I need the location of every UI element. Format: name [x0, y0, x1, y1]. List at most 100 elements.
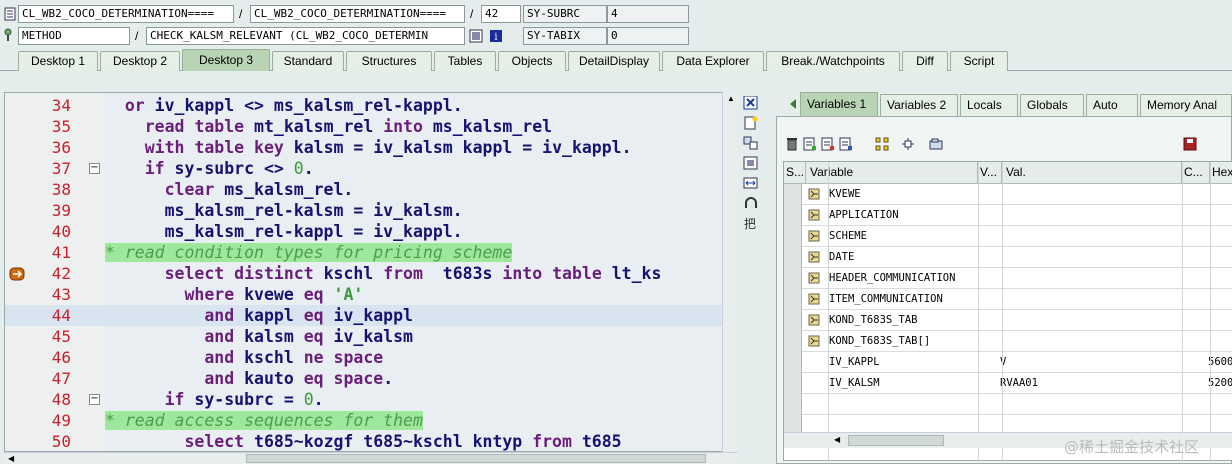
variable-list-icon[interactable]	[821, 137, 835, 151]
delete-icon[interactable]	[785, 137, 799, 151]
column-header-c[interactable]: C...	[1182, 162, 1210, 184]
tab-structures[interactable]: Structures	[346, 51, 432, 71]
variable-type-icon[interactable]	[808, 251, 820, 263]
fold-toggle-icon[interactable]: −	[89, 394, 100, 405]
row-selector[interactable]	[784, 247, 802, 268]
tab-standard[interactable]: Standard	[272, 51, 344, 71]
variable-row[interactable]: ITEM_COMMUNICATION	[784, 289, 1232, 310]
code-line[interactable]: 38 clear ms_kalsm_rel.	[5, 179, 725, 200]
row-selector[interactable]	[784, 226, 802, 247]
column-header-hex[interactable]: Hexa	[1210, 162, 1232, 184]
column-header-variable[interactable]: Variable	[806, 162, 978, 184]
row-selector[interactable]	[784, 184, 802, 205]
variable-row[interactable]: DATE	[784, 247, 1232, 268]
variable-row[interactable]	[784, 394, 1232, 415]
insert-icon[interactable]	[803, 137, 817, 151]
swap-tool-icon[interactable]	[743, 136, 759, 150]
editor-vertical-scrollbar[interactable]: ▲	[722, 92, 738, 452]
variable-name[interactable]: ITEM_COMMUNICATION	[829, 289, 943, 310]
program-field[interactable]: CL_WB2_COCO_DETERMINATION====	[18, 5, 234, 23]
row-selector[interactable]	[784, 310, 802, 331]
tab-memory-analysis[interactable]: Memory Anal	[1140, 94, 1232, 116]
code-line[interactable]: 34 or iv_kappl <> ms_kalsm_rel-kappl.	[5, 95, 725, 116]
row-selector[interactable]	[784, 205, 802, 226]
row-selector[interactable]	[784, 268, 802, 289]
navigate-icon[interactable]	[469, 29, 483, 43]
source-code-editor[interactable]: 34 or iv_kappl <> ms_kalsm_rel-kappl. 35 …	[4, 92, 738, 452]
row-selector[interactable]	[784, 289, 802, 310]
tab-variables-2[interactable]: Variables 2	[880, 94, 958, 116]
tab-auto[interactable]: Auto	[1086, 94, 1138, 116]
variable-type-icon[interactable]	[808, 335, 820, 347]
new-tool-icon[interactable]	[743, 116, 759, 130]
variable-row[interactable]: APPLICATION	[784, 205, 1232, 226]
code-line[interactable]: 49 * read access sequences for them	[5, 410, 725, 431]
fold-toggle-icon[interactable]: −	[89, 163, 100, 174]
event-name-field[interactable]: CHECK_KALSM_RELEVANT (CL_WB2_COCO_DETERM…	[146, 27, 465, 45]
sysvar-name-field[interactable]: SY-SUBRC	[523, 5, 607, 23]
tab-breakpoints[interactable]: Break./Watchpoints	[766, 51, 900, 71]
variable-row[interactable]: HEADER_COMMUNICATION	[784, 268, 1232, 289]
variable-type-icon[interactable]	[808, 230, 820, 242]
tab-globals[interactable]: Globals	[1020, 94, 1084, 116]
variable-name[interactable]: SCHEME	[829, 226, 867, 247]
variable-name[interactable]: DATE	[829, 247, 854, 268]
row-selector[interactable]	[784, 352, 802, 373]
tab-locals[interactable]: Locals	[960, 94, 1018, 116]
hierarchy-icon[interactable]	[875, 137, 889, 151]
code-line[interactable]: 46 and kschl ne space	[5, 347, 725, 368]
variable-type-icon[interactable]	[808, 293, 820, 305]
code-line[interactable]: 37 − if sy-subrc <> 0.	[5, 158, 725, 179]
variable-row[interactable]: SCHEME	[784, 226, 1232, 247]
code-line[interactable]: 47 and kauto eq space.	[5, 368, 725, 389]
horizontal-resize-icon[interactable]	[743, 176, 759, 190]
breakpoint-icon[interactable]	[9, 267, 25, 281]
column-header-value[interactable]: Val.	[1002, 162, 1182, 184]
debug-settings-icon[interactable]: 把	[743, 216, 759, 230]
variable-type-icon[interactable]	[808, 188, 820, 200]
code-line[interactable]: 42 select distinct kschl from t683s into…	[5, 263, 725, 284]
close-icon[interactable]	[743, 96, 759, 110]
variable-details-icon[interactable]	[839, 137, 853, 151]
line-number-field[interactable]: 42	[481, 5, 521, 23]
variable-row[interactable]: IV_KAPPL V 5600	[784, 352, 1232, 373]
maximize-icon[interactable]	[743, 156, 759, 170]
variable-type-icon[interactable]	[808, 272, 820, 284]
code-line[interactable]: 41 * read condition types for pricing sch…	[5, 242, 725, 263]
navigation-icon[interactable]	[901, 137, 915, 151]
event-type-field[interactable]: METHOD	[18, 27, 130, 45]
code-line[interactable]: 35 read table mt_kalsm_rel into ms_kalsm…	[5, 116, 725, 137]
tab-variables-1[interactable]: Variables 1	[800, 92, 878, 116]
tab-script[interactable]: Script	[950, 51, 1008, 71]
tab-objects[interactable]: Objects	[498, 51, 566, 71]
tab-desktop-1[interactable]: Desktop 1	[18, 51, 98, 71]
code-line[interactable]: 44 and kappl eq iv_kappl	[5, 305, 725, 326]
variable-name[interactable]: KOND_T683S_TAB[]	[829, 331, 930, 352]
row-selector[interactable]	[784, 373, 802, 394]
variable-row[interactable]: IV_KALSM RVAA01 5200	[784, 373, 1232, 394]
variable-type-icon[interactable]	[808, 314, 820, 326]
variable-name[interactable]: HEADER_COMMUNICATION	[829, 268, 955, 289]
code-line[interactable]: 36 with table key kalsm = iv_kalsm kappl…	[5, 137, 725, 158]
folder-icon[interactable]	[929, 137, 943, 151]
tab-detaildisplay[interactable]: DetailDisplay	[568, 51, 660, 71]
scroll-left-icon[interactable]: ◀	[8, 453, 14, 464]
sysvar2-value-field[interactable]: 0	[607, 27, 689, 45]
grid-scroll-left-icon[interactable]: ◀	[834, 435, 840, 444]
tab-data-explorer[interactable]: Data Explorer	[662, 51, 764, 71]
scroll-thumb[interactable]	[246, 454, 706, 463]
save-icon[interactable]	[1183, 137, 1197, 151]
services-icon[interactable]	[743, 196, 759, 210]
code-line[interactable]: 39 ms_kalsm_rel-kalsm = iv_kalsm.	[5, 200, 725, 221]
code-line[interactable]: 50 select t685~kozgf t685~kschl kntyp fr…	[5, 431, 725, 451]
scroll-up-icon[interactable]: ▲	[725, 94, 737, 104]
variable-row[interactable]: KVEWE	[784, 184, 1232, 205]
variable-row[interactable]: KOND_T683S_TAB	[784, 310, 1232, 331]
include-field[interactable]: CL_WB2_COCO_DETERMINATION====	[250, 5, 465, 23]
tab-tables[interactable]: Tables	[434, 51, 496, 71]
tab-desktop-2[interactable]: Desktop 2	[100, 51, 180, 71]
variable-name[interactable]: APPLICATION	[829, 205, 899, 226]
code-line[interactable]: 43 where kvewe eq 'A'	[5, 284, 725, 305]
editor-horizontal-scrollbar[interactable]: ◀	[4, 452, 738, 464]
variables-grid[interactable]: S... Variable V... Val. C... Hexa KVEWEA…	[783, 161, 1232, 462]
